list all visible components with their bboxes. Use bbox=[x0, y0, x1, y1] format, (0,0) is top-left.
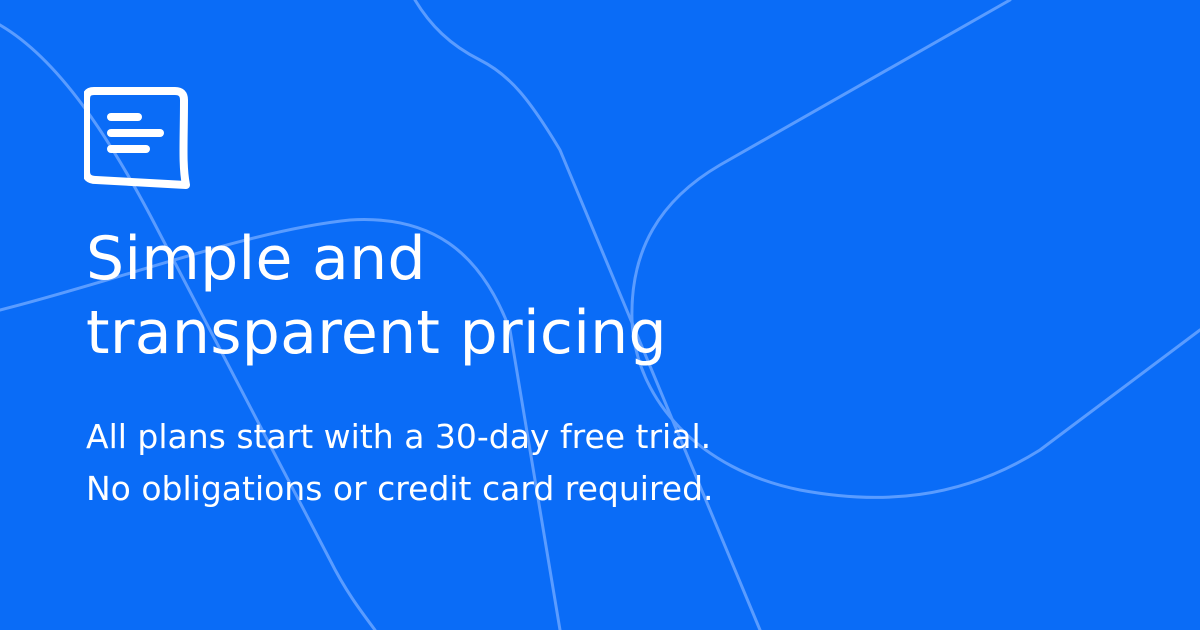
subtitle: All plans start with a 30-day free trial… bbox=[86, 411, 714, 515]
page-title: Simple and transparent pricing bbox=[86, 222, 667, 370]
subtitle-line-2: No obligations or credit card required. bbox=[86, 469, 714, 508]
subtitle-line-1: All plans start with a 30-day free trial… bbox=[86, 417, 712, 456]
chat-bubble-logo-icon bbox=[82, 85, 190, 191]
page-title-line-2: transparent pricing bbox=[86, 298, 667, 368]
page-title-line-1: Simple and bbox=[86, 224, 426, 294]
